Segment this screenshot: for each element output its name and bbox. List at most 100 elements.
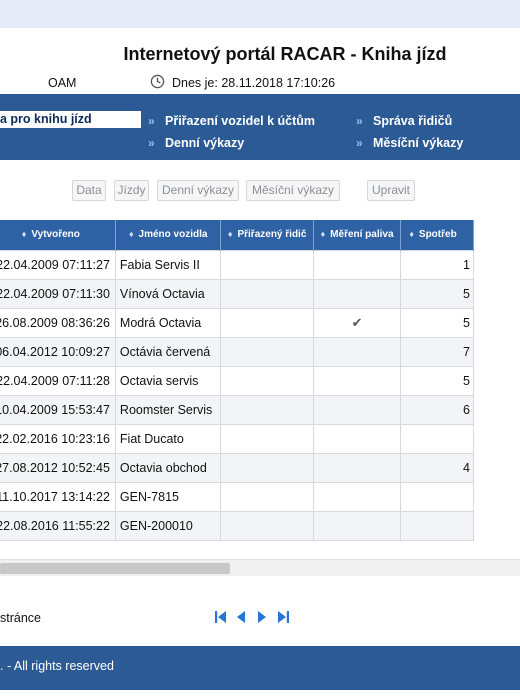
cell-created: 11.10.2017 13:14:22 bbox=[0, 481, 116, 512]
cell-consumption: 5 bbox=[400, 278, 474, 309]
table-row[interactable]: 06.04.2012 10:09:27 Octávia červená 7 bbox=[0, 336, 474, 367]
nav-item-kniha-jizd[interactable]: a pro knihu jízd bbox=[0, 111, 141, 128]
sort-icon: ♦ bbox=[21, 229, 27, 240]
column-header-spotreba[interactable]: ♦ Spotřeb bbox=[400, 220, 474, 250]
table-row[interactable]: 22.08.2016 11:55:22 GEN-200010 bbox=[0, 510, 474, 541]
chevron-right-icon: » bbox=[356, 136, 363, 150]
cell-vehicle-name: GEN-7815 bbox=[114, 481, 222, 512]
cell-vehicle-name: Fabia Servis II bbox=[114, 249, 222, 280]
cell-driver bbox=[220, 510, 314, 541]
table-row[interactable]: 22.04.2009 07:11:28 Octavia servis 5 bbox=[0, 365, 474, 396]
action-toolbar: Data Jízdy Denní výkazy Měsíční výkazy U… bbox=[0, 180, 520, 202]
cell-vehicle-name: Octavia servis bbox=[114, 365, 222, 396]
cell-created: 22.04.2009 07:11:30 bbox=[0, 278, 116, 309]
chevron-right-icon: » bbox=[148, 114, 155, 128]
sort-icon: ♦ bbox=[128, 229, 134, 240]
table-row[interactable]: 26.08.2009 08:36:26 Modrá Octavia ✔ 5 bbox=[0, 307, 474, 338]
cell-consumption: 7 bbox=[400, 336, 474, 367]
vehicles-table-container: t ♦Vytvořeno ♦Jméno vozidla ♦Přiřazený ř… bbox=[0, 220, 520, 562]
pager-label: stránce bbox=[0, 611, 41, 625]
cell-created: 22.02.2016 10:23:16 bbox=[0, 423, 116, 454]
column-header-vytvoreno[interactable]: ♦ Vytvořeno bbox=[0, 220, 116, 250]
cell-vehicle-name: Vínová Octavia bbox=[114, 278, 222, 309]
table-row[interactable]: 22.02.2016 10:23:16 Fiat Ducato bbox=[0, 423, 474, 454]
cell-created: 10.04.2009 15:53:47 bbox=[0, 394, 116, 425]
cell-driver bbox=[220, 423, 314, 454]
cell-fuel-measure bbox=[312, 278, 402, 309]
table-row[interactable]: 10.04.2009 15:53:47 Roomster Servis 6 bbox=[0, 394, 474, 425]
cell-fuel-measure bbox=[312, 423, 402, 454]
cell-created: 27.08.2012 10:52:45 bbox=[0, 452, 116, 483]
chevron-right-icon: » bbox=[148, 136, 155, 150]
cell-driver bbox=[220, 336, 314, 367]
first-page-icon[interactable] bbox=[214, 610, 227, 624]
nav-item-label: Přiřazení vozidel k účtům bbox=[165, 114, 316, 128]
column-header-mereni-paliva[interactable]: ♦ Měření paliva bbox=[313, 220, 402, 250]
cell-vehicle-name: GEN-200010 bbox=[114, 510, 222, 541]
cell-driver bbox=[220, 394, 314, 425]
nav-item-mesicni-vykazy[interactable]: » Měsíční výkazy bbox=[356, 136, 464, 150]
cell-driver bbox=[220, 307, 314, 338]
nav-item-label: Měsíční výkazy bbox=[373, 136, 464, 150]
cell-vehicle-name: Octavia obchod bbox=[114, 452, 222, 483]
cell-created: 22.08.2016 11:55:22 bbox=[0, 510, 116, 541]
vehicles-table: t ♦Vytvořeno ♦Jméno vozidla ♦Přiřazený ř… bbox=[0, 220, 474, 541]
cell-vehicle-name: Octávia červená bbox=[114, 336, 222, 367]
current-date: Dnes je: 28.11.2018 17:10:26 bbox=[172, 76, 336, 90]
sort-icon: ♦ bbox=[409, 229, 414, 240]
org-date-line: OAM Dnes je: 28.11.2018 17:10:26 bbox=[0, 74, 520, 92]
cell-created: 06.04.2012 10:09:27 bbox=[0, 336, 116, 367]
cell-fuel-measure bbox=[312, 394, 402, 425]
cell-consumption: 1 bbox=[400, 249, 474, 280]
cell-vehicle-name: Fiat Ducato bbox=[114, 423, 222, 454]
jizdy-button[interactable]: Jízdy bbox=[114, 180, 149, 201]
table-header-row: t ♦Vytvořeno ♦Jméno vozidla ♦Přiřazený ř… bbox=[0, 220, 474, 250]
cell-driver bbox=[220, 278, 314, 309]
data-button[interactable]: Data bbox=[72, 180, 106, 201]
last-page-icon[interactable] bbox=[277, 610, 290, 624]
chevron-right-icon: » bbox=[356, 114, 363, 128]
nav-item-prirazeni-vozidel[interactable]: » Přiřazení vozidel k účtům bbox=[148, 114, 316, 128]
cell-fuel-measure bbox=[312, 336, 402, 367]
cell-consumption bbox=[400, 481, 474, 512]
cell-consumption: 5 bbox=[400, 365, 474, 396]
next-page-icon[interactable] bbox=[257, 610, 267, 624]
table-row[interactable]: 11.10.2017 13:14:22 GEN-7815 bbox=[0, 481, 474, 512]
cell-consumption bbox=[400, 510, 474, 541]
table-row[interactable]: 22.04.2009 07:11:27 Fabia Servis II 1 bbox=[0, 249, 474, 280]
cell-driver bbox=[220, 249, 314, 280]
upravit-button[interactable]: Upravit bbox=[367, 180, 415, 201]
column-header-jmeno-vozidla[interactable]: ♦ Jméno vozidla bbox=[115, 220, 222, 250]
cell-consumption: 5 bbox=[400, 307, 474, 338]
denni-vykazy-button[interactable]: Denní výkazy bbox=[157, 180, 239, 201]
column-header-prirazeny-ridic[interactable]: ♦ Přiřazený řidič bbox=[220, 220, 314, 250]
check-icon: ✔ bbox=[312, 307, 402, 338]
pagination: stránce bbox=[0, 608, 520, 628]
sort-icon: ♦ bbox=[320, 229, 326, 240]
nav-item-sprava-ridicu[interactable]: » Správa řidičů bbox=[356, 114, 453, 128]
cell-fuel-measure bbox=[312, 249, 402, 280]
mesicni-vykazy-button[interactable]: Měsíční výkazy bbox=[246, 180, 340, 201]
prev-page-icon[interactable] bbox=[236, 610, 246, 624]
nav-item-denni-vykazy[interactable]: » Denní výkazy bbox=[148, 136, 245, 150]
cell-driver bbox=[220, 365, 314, 396]
table-row[interactable]: 22.04.2009 07:11:30 Vínová Octavia 5 bbox=[0, 278, 474, 309]
cell-consumption: 4 bbox=[400, 452, 474, 483]
scrollbar-thumb[interactable] bbox=[0, 563, 230, 574]
cell-fuel-measure bbox=[312, 365, 402, 396]
clock-icon bbox=[150, 74, 165, 89]
main-nav: a pro knihu jízd » Přiřazení vozidel k ú… bbox=[0, 94, 520, 160]
cell-driver bbox=[220, 481, 314, 512]
horizontal-scrollbar[interactable] bbox=[0, 559, 520, 576]
copyright-text: . - All rights reserved bbox=[0, 659, 114, 673]
cell-consumption: 6 bbox=[400, 394, 474, 425]
cell-fuel-measure bbox=[312, 481, 402, 512]
nav-item-label: Správa řidičů bbox=[373, 114, 453, 128]
cell-vehicle-name: Modrá Octavia bbox=[114, 307, 222, 338]
nav-item-label: Denní výkazy bbox=[165, 136, 245, 150]
table-row[interactable]: 27.08.2012 10:52:45 Octavia obchod 4 bbox=[0, 452, 474, 483]
page: Internetový portál RACAR - Kniha jízd OA… bbox=[0, 28, 520, 700]
footer: . - All rights reserved bbox=[0, 646, 520, 690]
org-label: OAM bbox=[48, 76, 77, 90]
cell-consumption bbox=[400, 423, 474, 454]
